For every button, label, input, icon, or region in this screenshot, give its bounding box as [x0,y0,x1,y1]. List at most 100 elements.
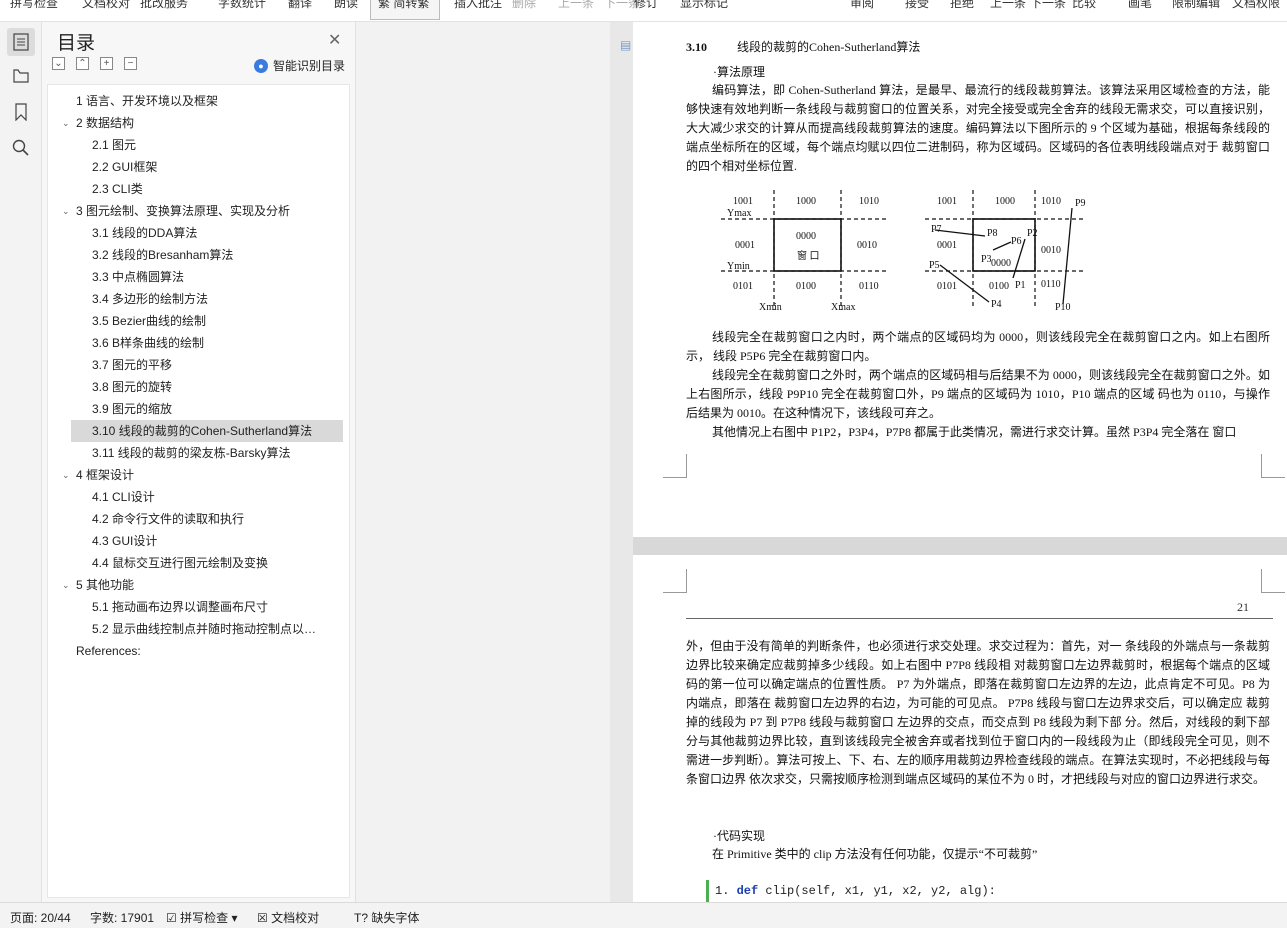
toc-item[interactable]: 3.5 Bezier曲线的绘制 [48,310,318,332]
page-corner-marker [1261,569,1285,593]
toolbar-permissions[interactable]: 文档权限 [1232,0,1280,11]
toolbar-delete[interactable]: 删除 [512,0,536,11]
toolbar-read-aloud[interactable]: 朗读 [334,0,358,11]
missing-font-status[interactable]: T? 缺失字体 [354,909,419,926]
ymin-label: Ymin [727,261,750,272]
toc-item[interactable]: References: [48,640,318,662]
point-p7: P7 [931,224,942,235]
page-separator [633,537,1287,555]
toc-item[interactable]: 3.9 图元的缩放 [48,398,318,420]
toc-item-label: 3.7 图元的平移 [92,358,173,372]
add-heading-icon[interactable]: + [100,57,113,70]
toc-item-label: 4.2 命令行文件的读取和执行 [92,512,245,526]
toc-item[interactable]: 3.8 图元的旋转 [48,376,318,398]
paragraph-inside: 线段完全在裁剪窗口之内时，两个端点的区域码均为 0000，则该线段完全在裁剪窗口… [686,330,1270,363]
toc-panel-button[interactable] [7,28,35,56]
chevron-down-icon[interactable]: ⌄ [62,112,70,134]
toolbar-show-markup[interactable]: 显示标记 [680,0,728,11]
proofread-label: 文档校对 [271,911,320,925]
toolbar-restrict[interactable]: 限制编辑 [1172,0,1220,11]
toolbar-insert-comment[interactable]: 插入批注 [454,0,502,11]
toolbar-track[interactable]: 修订 [634,0,658,11]
toc-item[interactable]: ⌄ 2 数据结构 [48,112,318,134]
toolbar-reject[interactable]: 拒绝 [950,0,974,11]
code-keyword: def [736,884,759,898]
search-panel-button[interactable] [7,134,35,162]
toc-item[interactable]: 4.2 命令行文件的读取和执行 [48,508,318,530]
chevron-down-icon[interactable]: ⌄ [62,574,70,596]
missing-font-label: 缺失字体 [371,911,420,925]
chevron-down-icon[interactable]: ⌄ [62,464,70,486]
paragraph-outside: 线段完全在裁剪窗口之外时，两个端点的区域码相与后结果不为 0000，则该线段完全… [686,368,1270,420]
toolbar-spellcheck[interactable]: 拼写检查 [10,0,58,11]
toc-item[interactable]: 4.4 鼠标交互进行图元绘制及变换 [48,552,318,574]
toolbar-wordcount[interactable]: 字数统计 [218,0,266,11]
toc-item[interactable]: 5.1 拖动画布边界以调整画布尺寸 [48,596,318,618]
xmax-label: Xmax [831,302,855,313]
code-0100: 0100 [796,281,816,292]
toolbar-compare[interactable]: 比较 [1072,0,1096,11]
toc-item[interactable]: ⌄ 3 图元绘制、变换算法原理、实现及分析 [48,200,318,222]
expand-all-icon[interactable]: ⌃ [76,57,89,70]
section-title: 线段的裁剪的Cohen-Sutherland算法 [737,40,921,54]
folder-tree-icon [13,69,29,83]
close-icon[interactable]: ✕ [328,30,341,50]
toc-item[interactable]: 2.3 CLI类 [48,178,318,200]
word-count[interactable]: 字数: 17901 [90,909,154,926]
toc-item-label: 3.9 图元的缩放 [92,402,173,416]
toc-item[interactable]: 5.2 显示曲线控制点并随时拖动控制点以调整曲线形状 [48,618,318,640]
toc-item[interactable]: ⌄ 4 框架设计 [48,464,318,486]
rcode-0001: 0001 [937,240,957,251]
toc-item[interactable]: 2.1 图元 [48,134,318,156]
chevron-down-icon[interactable]: ⌄ [62,200,70,222]
toolbar-translate[interactable]: 翻译 [288,0,312,11]
toc-item[interactable]: 3.10 线段的裁剪的Cohen-Sutherland算法 [71,420,343,442]
toc-item[interactable]: 3.3 中点椭圆算法 [48,266,318,288]
toc-item[interactable]: 3.1 线段的DDA算法 [48,222,318,244]
toc-panel: 目录 ✕ ⌄ ⌃ + − ● 智能识别目录 1 语言、开发环境以及框架 ⌄ 2 数据… [42,22,356,902]
toolbar-review-service[interactable]: 批改服务 [140,0,188,11]
code-line-1: 1. def clip(self, x1, y1, x2, y2, alg): [706,880,996,902]
spellcheck-status[interactable]: ☑ 拼写检查 ▾ [166,909,237,926]
toc-item-label: 4.1 CLI设计 [92,490,155,504]
toc-item[interactable]: 3.2 线段的Bresanham算法 [48,244,318,266]
bookmark-panel-button[interactable] [7,98,35,126]
toc-item[interactable]: 4.1 CLI设计 [48,486,318,508]
toolbar-next-change[interactable]: 下一条 [1030,0,1066,11]
toolbar-prev[interactable]: 上一条 [558,0,594,11]
point-p6: P6 [1011,236,1022,247]
toc-item-label: 3 图元绘制、变换算法原理、实现及分析 [76,204,291,218]
toolbar-pen[interactable]: 画笔 [1128,0,1152,11]
toolbar-convert[interactable]: 繁 简转繁 [378,0,429,11]
toc-item-label: 3.1 线段的DDA算法 [92,226,198,240]
toc-item-label: 3.10 线段的裁剪的Cohen-Sutherland算法 [92,424,313,438]
toc-item-label: 2 数据结构 [76,116,135,130]
rcode-1001: 1001 [937,196,957,207]
proofread-status[interactable]: ☒ 文档校对 [257,909,319,926]
region-code-figure-left: 1001 1000 1010 0001 0000 0010 0101 0100 … [721,190,886,313]
toc-item[interactable]: ⌄ 5 其他功能 [48,574,318,596]
toc-item[interactable]: 4.3 GUI设计 [48,530,318,552]
toc-item[interactable]: 3.11 线段的裁剪的梁友栋-Barsky算法 [48,442,318,464]
code-1000: 1000 [796,196,816,207]
page-corner-marker [663,454,687,478]
spellcheck-label: 拼写检查 [180,911,229,925]
rcode-0101: 0101 [937,281,957,292]
toolbar-proofread[interactable]: 文档校对 [82,0,130,11]
toolbar-accept[interactable]: 接受 [905,0,929,11]
smart-toc-button[interactable]: ● 智能识别目录 [254,57,345,74]
toc-item[interactable]: 3.6 B样条曲线的绘制 [48,332,318,354]
document-page-20: 3.10 线段的裁剪的Cohen-Sutherland算法 ·算法原理 编码算法，… [633,22,1287,537]
toc-item[interactable]: 2.2 GUI框架 [48,156,318,178]
nav-pane-button[interactable] [7,62,35,90]
toc-item[interactable]: 1 语言、开发环境以及框架 [48,90,318,112]
remove-heading-icon[interactable]: − [124,57,137,70]
toc-item[interactable]: 3.4 多边形的绘制方法 [48,288,318,310]
toc-item-label: 3.4 多边形的绘制方法 [92,292,209,306]
toolbar-review[interactable]: 审阅 [850,0,874,11]
toc-item[interactable]: 3.7 图元的平移 [48,354,318,376]
proofread-icon: ☒ [257,911,268,925]
page-indicator[interactable]: 页面: 20/44 [10,909,71,926]
toolbar-prev-change[interactable]: 上一条 [990,0,1026,11]
collapse-all-icon[interactable]: ⌄ [52,57,65,70]
